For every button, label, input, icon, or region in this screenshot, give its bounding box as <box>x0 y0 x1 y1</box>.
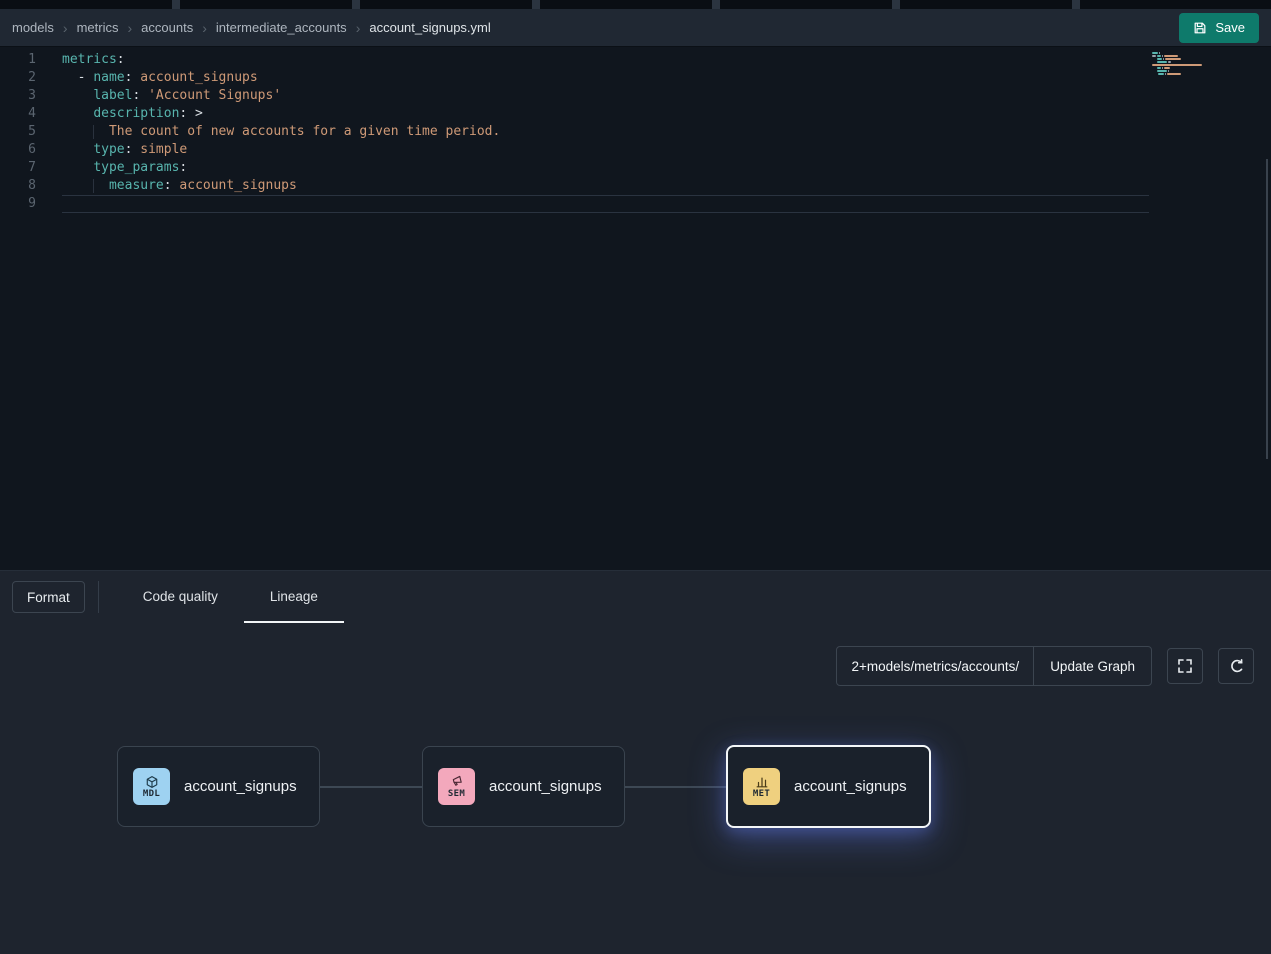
format-button[interactable]: Format <box>12 581 85 613</box>
file-tab[interactable] <box>1080 0 1271 9</box>
model-cube-icon <box>145 775 159 789</box>
line-content: - name: account_signups <box>62 69 1149 87</box>
line-number: 4 <box>0 105 36 123</box>
line-content: type: simple <box>62 141 1149 159</box>
update-graph-button[interactable]: Update Graph <box>1033 647 1151 685</box>
divider <box>98 581 99 613</box>
line-number: 8 <box>0 177 36 195</box>
line-number: 3 <box>0 87 36 105</box>
code-line[interactable]: 5 The count of new accounts for a given … <box>0 123 1271 141</box>
breadcrumb: models › metrics › accounts › intermediate_acc… <box>12 20 491 35</box>
node-badge-label: MET <box>753 790 770 799</box>
node-type-badge: MET <box>743 768 780 805</box>
code-lines: 1 metrics: 2 - name: account_signups 3 l… <box>0 51 1271 213</box>
code-line[interactable]: 7 type_params: <box>0 159 1271 177</box>
line-content: metrics: <box>62 51 1149 69</box>
panel-header: Format Code quality Lineage <box>0 571 1271 623</box>
file-tab[interactable] <box>900 0 1072 9</box>
line-content: description: > <box>62 105 1149 123</box>
breadcrumb-item-accounts[interactable]: accounts <box>141 20 193 35</box>
lineage-node-mdl-account_signups[interactable]: MDL account_signups <box>117 746 320 827</box>
file-tabs-strip <box>0 0 1271 9</box>
node-label: account_signups <box>184 778 297 795</box>
breadcrumb-item-account_signups.yml[interactable]: account_signups.yml <box>369 20 490 35</box>
code-line[interactable]: 2 - name: account_signups <box>0 69 1271 87</box>
file-tab[interactable] <box>540 0 712 9</box>
line-number: 7 <box>0 159 36 177</box>
node-type-badge: SEM <box>438 768 475 805</box>
lineage-selector-input[interactable]: 2+models/metrics/accounts/ <box>837 647 1033 685</box>
minimap[interactable] <box>1152 52 1210 78</box>
semantic-model-icon <box>448 773 465 790</box>
code-line[interactable]: 3 label: 'Account Signups' <box>0 87 1271 105</box>
breadcrumb-bar: models › metrics › accounts › intermediate_acc… <box>0 9 1271 47</box>
code-editor[interactable]: 1 metrics: 2 - name: account_signups 3 l… <box>0 47 1271 570</box>
refresh-icon <box>1228 658 1244 674</box>
chevron-right-icon: › <box>356 21 361 35</box>
save-icon <box>1193 21 1207 35</box>
breadcrumb-item-metrics[interactable]: metrics <box>77 20 119 35</box>
line-content <box>62 195 1149 213</box>
ide-window: models › metrics › accounts › intermediate_acc… <box>0 0 1271 954</box>
panel-tabs: Code quality Lineage <box>117 571 344 623</box>
line-number: 6 <box>0 141 36 159</box>
code-line[interactable]: 9 <box>0 195 1271 213</box>
breadcrumb-item-models[interactable]: models <box>12 20 54 35</box>
node-label: account_signups <box>794 778 907 795</box>
code-line[interactable]: 6 type: simple <box>0 141 1271 159</box>
line-number: 9 <box>0 195 36 213</box>
node-badge-label: SEM <box>448 790 465 799</box>
lineage-controls: 2+models/metrics/accounts/ Update Graph <box>836 646 1254 686</box>
file-tab[interactable] <box>180 0 352 9</box>
file-tab[interactable] <box>720 0 892 9</box>
refresh-button[interactable] <box>1218 648 1254 684</box>
lineage-edge <box>625 786 726 788</box>
chevron-right-icon: › <box>127 21 132 35</box>
node-type-badge: MDL <box>133 768 170 805</box>
chevron-right-icon: › <box>202 21 207 35</box>
chevron-right-icon: › <box>63 21 68 35</box>
code-line[interactable]: 1 metrics: <box>0 51 1271 69</box>
breadcrumb-item-intermediate_accounts[interactable]: intermediate_accounts <box>216 20 347 35</box>
tab-code-quality[interactable]: Code quality <box>117 571 244 623</box>
file-tab[interactable] <box>360 0 532 9</box>
selector-group: 2+models/metrics/accounts/ Update Graph <box>836 646 1152 686</box>
file-tab[interactable] <box>0 0 172 9</box>
code-line[interactable]: 8 measure: account_signups <box>0 177 1271 195</box>
lineage-node-met-account_signups[interactable]: MET account_signups <box>726 745 931 828</box>
node-label: account_signups <box>489 778 602 795</box>
tab-label: Code quality <box>143 589 218 604</box>
tab-lineage[interactable]: Lineage <box>244 571 344 623</box>
lineage-node-sem-account_signups[interactable]: SEM account_signups <box>422 746 625 827</box>
save-button[interactable]: Save <box>1179 13 1259 43</box>
metric-chart-icon <box>755 775 769 789</box>
line-content: type_params: <box>62 159 1149 177</box>
tab-label: Lineage <box>270 589 318 604</box>
fullscreen-button[interactable] <box>1167 648 1203 684</box>
line-content: measure: account_signups <box>62 177 1149 195</box>
line-number: 1 <box>0 51 36 69</box>
line-content: label: 'Account Signups' <box>62 87 1149 105</box>
node-badge-label: MDL <box>143 790 160 799</box>
line-number: 2 <box>0 69 36 87</box>
code-line[interactable]: 4 description: > <box>0 105 1271 123</box>
scrollbar-thumb[interactable] <box>1266 159 1268 459</box>
line-content: The count of new accounts for a given ti… <box>62 123 1149 141</box>
lineage-edge <box>320 786 422 788</box>
save-label: Save <box>1215 20 1245 35</box>
bottom-panel: Format Code quality Lineage 2+models/met… <box>0 570 1271 954</box>
line-number: 5 <box>0 123 36 141</box>
fullscreen-icon <box>1177 658 1193 674</box>
